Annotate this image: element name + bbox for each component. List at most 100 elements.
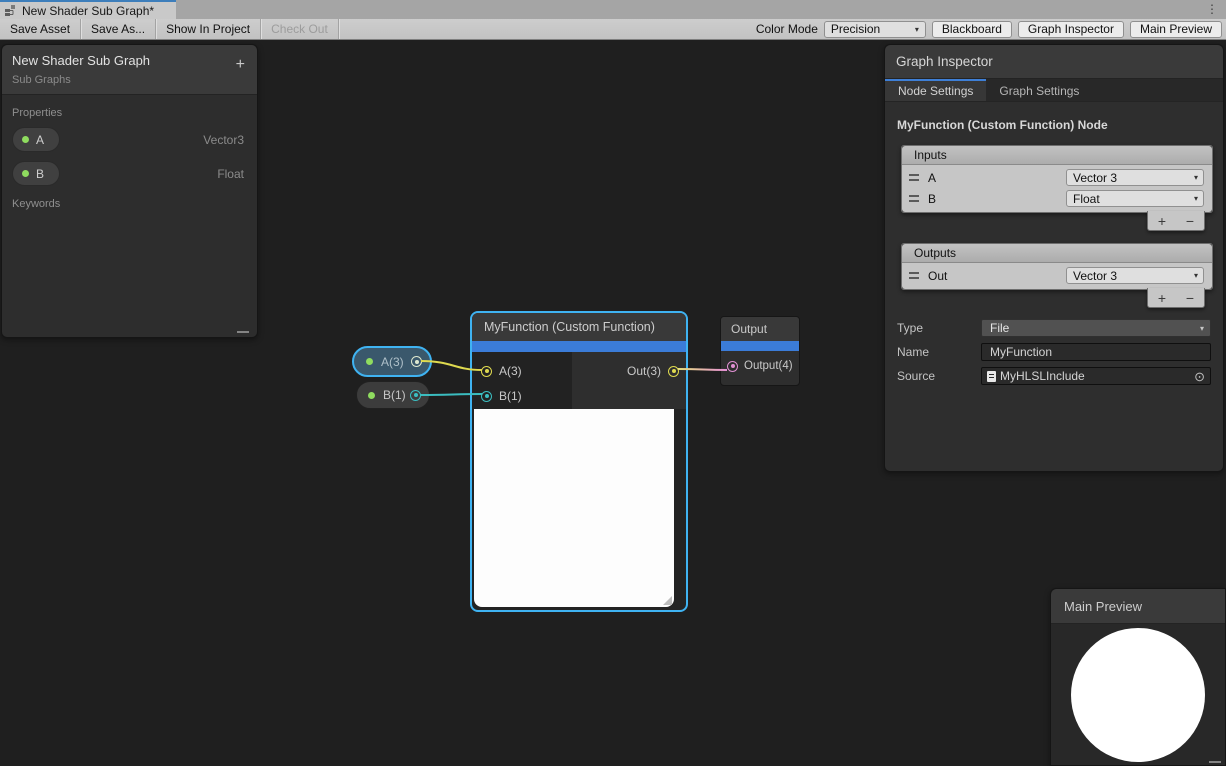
source-field-row: Source MyHLSLInclude ⊙ <box>885 367 1223 385</box>
blackboard-subtitle: Sub Graphs <box>12 74 247 86</box>
input-port-a[interactable]: A(3) <box>481 364 522 378</box>
color-mode-value: Precision <box>831 22 880 36</box>
output-name[interactable]: Out <box>928 269 1066 283</box>
input-port-b[interactable]: B(1) <box>481 389 522 403</box>
input-port-output[interactable]: Output(4) <box>721 351 799 372</box>
chevron-down-icon: ▾ <box>1200 324 1204 333</box>
source-object-field[interactable]: MyHLSLInclude ⊙ <box>981 367 1211 385</box>
output-row-out[interactable]: Out Vector 3 ▾ <box>902 265 1212 286</box>
tab-node-settings[interactable]: Node Settings <box>885 79 986 101</box>
property-pill[interactable]: A <box>12 127 60 152</box>
property-node-b[interactable]: B(1) <box>356 381 430 409</box>
port-label: Out(3) <box>627 364 661 378</box>
node-title[interactable]: Output <box>721 317 799 341</box>
tab-graph-settings[interactable]: Graph Settings <box>986 79 1092 101</box>
shader-graph-window: New Shader Sub Graph* ⋮ Save Asset Save … <box>0 0 1226 766</box>
chevron-down-icon: ▾ <box>1194 271 1198 280</box>
drag-handle-icon[interactable] <box>909 174 919 181</box>
property-dot-icon <box>368 392 375 399</box>
inputs-list: Inputs A Vector 3 ▾ B Float ▾ <box>901 145 1213 213</box>
object-picker-icon[interactable]: ⊙ <box>1194 370 1205 383</box>
output-port-icon[interactable] <box>410 390 421 401</box>
graph-inspector-toggle-button[interactable]: Graph Inspector <box>1018 21 1124 38</box>
show-in-project-button[interactable]: Show In Project <box>156 19 261 39</box>
name-input[interactable]: MyFunction <box>981 343 1211 361</box>
name-field-row: Name MyFunction <box>885 343 1223 361</box>
input-name[interactable]: A <box>928 171 1066 185</box>
inputs-list-footer: + − <box>1147 211 1205 231</box>
tab-new-shader-sub-graph[interactable]: New Shader Sub Graph* <box>0 0 176 19</box>
type-label: Type <box>897 321 923 335</box>
output-node[interactable]: Output Output(4) <box>720 316 800 386</box>
color-mode-label: Color Mode <box>756 22 818 36</box>
property-node-label: A(3) <box>381 355 404 369</box>
node-title[interactable]: MyFunction (Custom Function) <box>472 313 686 341</box>
input-name[interactable]: B <box>928 192 1066 206</box>
property-row-a: A Vector3 <box>12 126 257 153</box>
port-icon-vector3[interactable] <box>668 366 679 377</box>
inspector-title[interactable]: Graph Inspector <box>885 45 1223 79</box>
inspector-tab-bar: Node Settings Graph Settings <box>885 79 1223 102</box>
property-type: Float <box>217 167 244 181</box>
kebab-menu-icon[interactable]: ⋮ <box>1206 1 1218 18</box>
main-preview-toggle-button[interactable]: Main Preview <box>1130 21 1222 38</box>
panel-resize-handle[interactable] <box>237 331 249 333</box>
source-label: Source <box>897 369 935 383</box>
port-icon-float[interactable] <box>481 391 492 402</box>
inspected-node-title: MyFunction (Custom Function) Node <box>897 118 1223 132</box>
graph-toolbar: Save Asset Save As... Show In Project Ch… <box>0 19 1226 40</box>
add-input-button[interactable]: + <box>1158 214 1166 228</box>
remove-input-button[interactable]: − <box>1186 214 1194 228</box>
node-port-area: A(3) B(1) Out(3) <box>472 352 686 409</box>
property-node-a[interactable]: A(3) <box>352 346 432 377</box>
exposed-dot-icon <box>22 170 29 177</box>
output-port-icon[interactable] <box>411 356 422 367</box>
input-row-a[interactable]: A Vector 3 ▾ <box>902 167 1212 188</box>
source-value: MyHLSLInclude <box>1000 369 1085 383</box>
property-pill[interactable]: B <box>12 161 60 186</box>
blackboard-toggle-button[interactable]: Blackboard <box>932 21 1012 38</box>
main-preview-title[interactable]: Main Preview <box>1051 589 1225 624</box>
property-type: Vector3 <box>203 133 244 147</box>
type-field-row: Type File ▾ <box>885 319 1223 337</box>
custom-function-node[interactable]: MyFunction (Custom Function) A(3) B(1) O… <box>470 311 688 612</box>
property-name: A <box>36 133 44 147</box>
preview-resize-handle[interactable] <box>663 596 672 605</box>
shader-sub-graph-icon <box>4 4 17 17</box>
save-asset-button[interactable]: Save Asset <box>0 19 81 39</box>
blackboard-header[interactable]: New Shader Sub Graph Sub Graphs + <box>2 45 257 95</box>
chevron-down-icon: ▾ <box>915 25 919 34</box>
window-tab-strip: New Shader Sub Graph* ⋮ <box>0 0 1226 19</box>
properties-section-label: Properties <box>12 107 257 119</box>
type-value: File <box>990 321 1009 335</box>
drag-handle-icon[interactable] <box>909 195 919 202</box>
input-type-dropdown[interactable]: Float ▾ <box>1066 190 1204 207</box>
port-label: Output(4) <box>744 360 793 372</box>
chevron-down-icon: ▾ <box>1194 173 1198 182</box>
outputs-list-header: Outputs <box>902 244 1212 263</box>
input-type-dropdown[interactable]: Vector 3 ▾ <box>1066 169 1204 186</box>
toolbar-right-group: Color Mode Precision ▾ Blackboard Graph … <box>756 21 1226 38</box>
blackboard-title: New Shader Sub Graph <box>12 53 247 68</box>
input-type-value: Float <box>1073 192 1100 206</box>
output-type-dropdown[interactable]: Vector 3 ▾ <box>1066 267 1204 284</box>
file-icon <box>987 371 996 382</box>
remove-output-button[interactable]: − <box>1186 291 1194 305</box>
color-mode-dropdown[interactable]: Precision ▾ <box>824 21 926 38</box>
output-type-value: Vector 3 <box>1073 269 1117 283</box>
save-as-button[interactable]: Save As... <box>81 19 156 39</box>
input-row-b[interactable]: B Float ▾ <box>902 188 1212 209</box>
chevron-down-icon: ▾ <box>1194 194 1198 203</box>
drag-handle-icon[interactable] <box>909 272 919 279</box>
add-property-button[interactable]: + <box>236 57 245 73</box>
property-node-label: B(1) <box>383 388 406 402</box>
add-output-button[interactable]: + <box>1158 291 1166 305</box>
port-label: A(3) <box>499 364 522 378</box>
output-port-out[interactable]: Out(3) <box>627 364 679 378</box>
port-icon-vector4[interactable] <box>727 361 738 372</box>
port-icon-vector3[interactable] <box>481 366 492 377</box>
type-dropdown[interactable]: File ▾ <box>981 319 1211 337</box>
panel-resize-handle[interactable] <box>1209 761 1221 763</box>
precision-color-bar <box>472 341 686 352</box>
precision-color-bar <box>721 341 799 351</box>
